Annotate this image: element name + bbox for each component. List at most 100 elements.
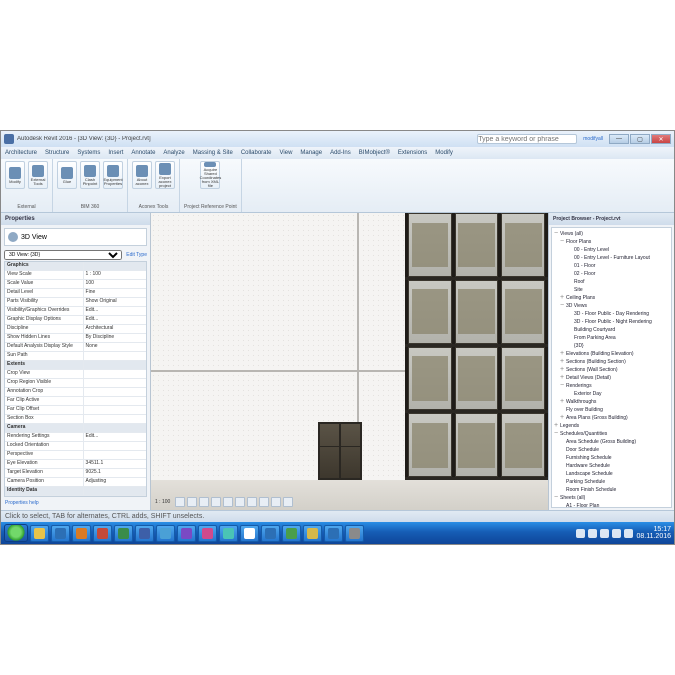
3d-view-canvas[interactable]: 1 : 100 [151,213,549,510]
property-row[interactable]: Annotation Crop [5,388,146,397]
crop-visible-icon[interactable] [247,497,257,507]
tree-node[interactable]: 01 - Floor [552,262,671,270]
properties-help-link[interactable]: Properties help [1,500,150,510]
tree-node[interactable]: −Floor Plans [552,238,671,246]
taskbar-app-button[interactable] [93,525,112,542]
ribbon-tab[interactable]: BIMobject® [359,150,390,156]
tree-node[interactable]: Roof [552,278,671,286]
tree-node[interactable]: 3D - Floor Public - Night Rendering [552,318,671,326]
tree-node[interactable]: 00 - Entry Level - Furniture Layout [552,254,671,262]
tree-node[interactable]: −Renderings [552,382,671,390]
property-row[interactable]: Scale Value100 [5,280,146,289]
tree-node[interactable]: From Parking Area [552,334,671,342]
taskbar-clock[interactable]: 15:17 08.11.2016 [636,526,671,540]
ribbon-button[interactable]: Modify [5,161,25,189]
property-row[interactable]: Perspective [5,451,146,460]
tree-node[interactable]: {3D} [552,342,671,350]
taskbar-app-button[interactable] [198,525,217,542]
tray-icon[interactable] [612,529,621,538]
tree-node[interactable]: +Area Plans (Gross Building) [552,414,671,422]
help-search-input[interactable] [477,134,577,144]
tree-node[interactable]: +Ceiling Plans [552,294,671,302]
ribbon-tab[interactable]: Structure [45,150,69,156]
tree-node[interactable]: −Schedules/Quantities [552,430,671,438]
taskbar-app-button[interactable] [72,525,91,542]
property-row[interactable]: Sun Path [5,352,146,361]
minimize-button[interactable]: — [609,134,629,144]
reveal-hidden-icon[interactable] [283,497,293,507]
taskbar-app-button[interactable] [156,525,175,542]
ribbon-button[interactable]: Glue [57,161,77,189]
tree-node[interactable]: +Walkthroughs [552,398,671,406]
browser-tree[interactable]: −Views (all)−Floor Plans00 - Entry Level… [551,227,672,508]
ribbon-button[interactable]: Export aconex project [155,161,175,189]
ribbon-tab[interactable]: Insert [108,150,123,156]
tree-node[interactable]: 00 - Entry Level [552,246,671,254]
tree-node[interactable]: −3D Views [552,302,671,310]
property-row[interactable]: Section Box [5,415,146,424]
tray-icon[interactable] [588,529,597,538]
ribbon-tab[interactable]: Add-Ins [330,150,351,156]
tree-node[interactable]: Room Finish Schedule [552,486,671,494]
ribbon-button[interactable]: Clash Pinpoint [80,161,100,189]
ribbon-button[interactable]: Equipment Properties [103,161,123,189]
property-row[interactable]: Camera PositionAdjusting [5,478,146,487]
taskbar-app-button[interactable] [177,525,196,542]
ribbon-button[interactable]: Acquire Shared Coordinates from XML file [200,161,220,189]
tree-node[interactable]: Furnishing Schedule [552,454,671,462]
taskbar-app-button[interactable] [261,525,280,542]
shadows-icon[interactable] [211,497,221,507]
edit-type-link[interactable]: Edit Type [126,252,147,258]
property-row[interactable]: DisciplineArchitectural [5,325,146,334]
user-label[interactable]: modifyall [583,136,603,142]
property-row[interactable]: Visibility/Graphics OverridesEdit... [5,307,146,316]
tree-node[interactable]: Building Courtyard [552,326,671,334]
tree-node[interactable]: +Legends [552,422,671,430]
ribbon-tab[interactable]: View [280,150,293,156]
tray-icon[interactable] [600,529,609,538]
property-row[interactable]: Crop View [5,370,146,379]
tree-node[interactable]: 3D - Floor Public - Day Rendering [552,310,671,318]
visual-style-icon[interactable] [187,497,197,507]
taskbar-app-button[interactable] [219,525,238,542]
ribbon-tab[interactable]: Massing & Site [193,150,233,156]
ribbon-button[interactable]: About aconex [132,161,152,189]
property-row[interactable]: View Scale1 : 100 [5,271,146,280]
maximize-button[interactable]: ▢ [630,134,650,144]
tree-node[interactable]: +Sections (Building Section) [552,358,671,366]
tree-node[interactable]: A1 - Floor Plan [552,502,671,508]
property-row[interactable]: Eye Elevation34511.1 [5,460,146,469]
property-row[interactable]: Far Clip Offset [5,406,146,415]
ribbon-tab[interactable]: Systems [77,150,100,156]
lock-view-icon[interactable] [259,497,269,507]
property-row[interactable]: Parts VisibilityShow Original [5,298,146,307]
hide-isolate-icon[interactable] [271,497,281,507]
tree-node[interactable]: Site [552,286,671,294]
ribbon-tab[interactable]: Architecture [5,150,37,156]
property-row[interactable]: Graphic Display OptionsEdit... [5,316,146,325]
property-row[interactable]: Far Clip Active [5,397,146,406]
property-row[interactable]: Crop Region Visible [5,379,146,388]
taskbar-app-button[interactable] [240,525,259,542]
ribbon-tab[interactable]: Modify [435,150,453,156]
taskbar-app-button[interactable] [345,525,364,542]
crop-view-icon[interactable] [235,497,245,507]
tree-node[interactable]: Fly over Building [552,406,671,414]
detail-level-icon[interactable] [175,497,185,507]
property-row[interactable]: Target Elevation9025.1 [5,469,146,478]
sun-path-icon[interactable] [199,497,209,507]
taskbar-app-button[interactable] [303,525,322,542]
property-row[interactable]: Detail LevelFine [5,289,146,298]
taskbar-app-button[interactable] [51,525,70,542]
property-list[interactable]: GraphicsView Scale1 : 100Scale Value100D… [4,261,147,497]
render-icon[interactable] [223,497,233,507]
ribbon-button[interactable]: External Tools [28,161,48,189]
close-button[interactable]: ✕ [651,134,671,144]
tree-node[interactable]: Landscape Schedule [552,470,671,478]
property-row[interactable]: Default Analysis Display StyleNone [5,343,146,352]
instance-selector[interactable]: 3D View: {3D} [4,250,122,260]
tree-node[interactable]: +Detail Views (Detail) [552,374,671,382]
taskbar-app-button[interactable] [324,525,343,542]
ribbon-tab[interactable]: Analyze [163,150,184,156]
ribbon-tab[interactable]: Extensions [398,150,427,156]
